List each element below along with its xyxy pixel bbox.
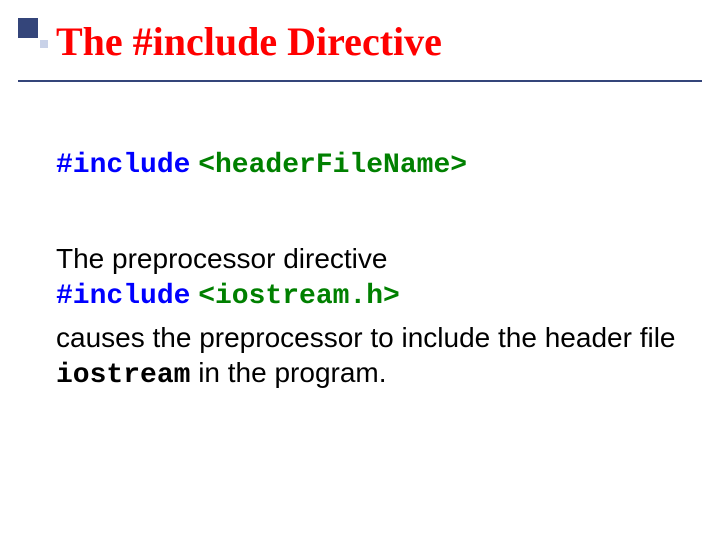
example-argument: <iostream.h>: [198, 281, 400, 312]
slide-body: #include <headerFileName> The preprocess…: [56, 145, 680, 393]
slide-title: The #include Directive: [56, 18, 442, 65]
deco-square-small: [40, 40, 48, 48]
example-keyword: #include: [56, 281, 190, 312]
body-text-2a: causes the preprocessor to include the h…: [56, 322, 676, 353]
slide: The #include Directive #include <headerF…: [0, 0, 720, 540]
inline-code-iostream: iostream: [56, 360, 190, 391]
title-underline: [18, 80, 702, 82]
body-text-2b: in the program.: [190, 357, 386, 388]
syntax-line: #include <headerFileName>: [56, 145, 680, 183]
syntax-keyword: #include: [56, 150, 190, 181]
body-line-1: The preprocessor directive: [56, 241, 680, 276]
body-line-2: causes the preprocessor to include the h…: [56, 320, 680, 393]
example-line: #include <iostream.h>: [56, 276, 680, 314]
deco-square-large: [18, 18, 38, 38]
syntax-argument: <headerFileName>: [198, 150, 467, 181]
